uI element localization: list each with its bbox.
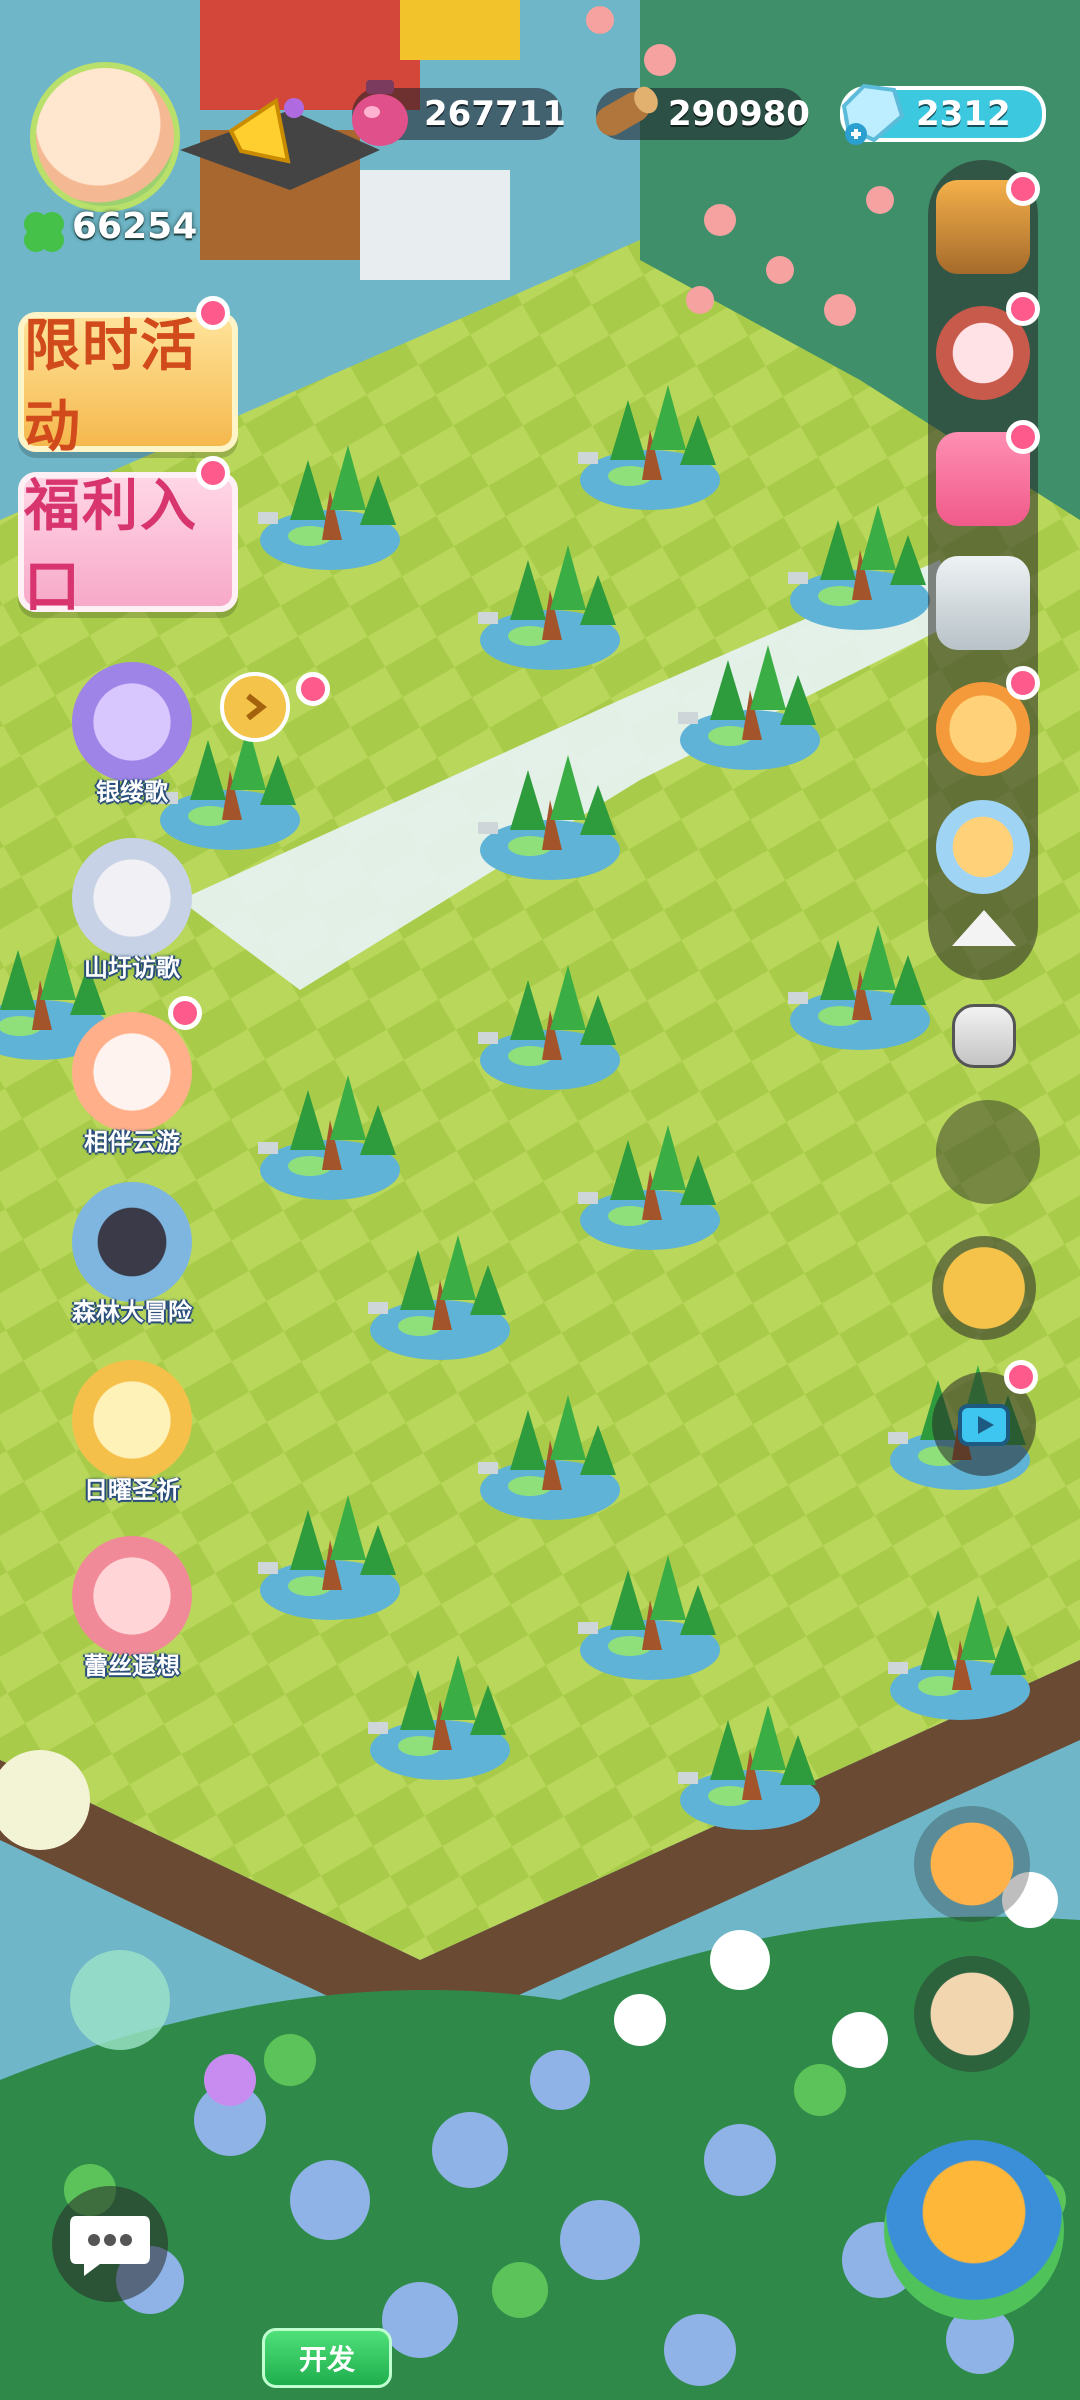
up-arrow-icon[interactable] (944, 900, 1024, 960)
clover-count: 66254 (72, 206, 198, 247)
event-label: 日曜圣祈 (84, 1476, 180, 1504)
event-item[interactable]: 蕾丝遐想 (66, 1536, 198, 1704)
event-icon (72, 1536, 192, 1656)
notification-badge (1004, 1360, 1038, 1394)
event-item[interactable]: 森林大冒险 (66, 1182, 198, 1350)
event-icon (72, 838, 192, 958)
event-label: 蕾丝遐想 (84, 1652, 180, 1680)
event-item[interactable]: 相伴云游 (66, 1012, 198, 1180)
birds-button[interactable] (914, 1806, 1030, 1922)
gem-counter[interactable]: 2312 (840, 83, 1046, 145)
notification-badge (296, 672, 330, 706)
notification-badge (1006, 666, 1040, 700)
event-icon (72, 662, 192, 782)
remote-button[interactable] (936, 556, 1030, 650)
event-label: 相伴云游 (84, 1128, 180, 1156)
notification-badge (168, 996, 202, 1030)
develop-label: 开发 (298, 2343, 355, 2376)
event-item[interactable]: 山圩访歌 (66, 838, 198, 1006)
event-label: 山圩访歌 (84, 954, 180, 982)
event-icon (72, 1012, 192, 1132)
event-item[interactable]: 日曜圣祈 (66, 1360, 198, 1528)
player-avatar[interactable] (30, 62, 180, 212)
notification-badge (1006, 292, 1040, 326)
potion-counter[interactable]: 267711 (352, 80, 566, 146)
character-button[interactable] (914, 1956, 1030, 2072)
megaphone-icon[interactable] (216, 86, 316, 186)
potion-value: 267711 (424, 94, 566, 134)
quest-button[interactable] (936, 800, 1030, 894)
wood-counter[interactable]: 290980 (596, 86, 810, 140)
event-icon (72, 1360, 192, 1480)
limited-event-button[interactable]: 限时活动 (18, 312, 238, 460)
log-icon (596, 86, 658, 136)
treasure-button[interactable] (932, 1236, 1036, 1340)
notification-badge (1006, 172, 1040, 206)
develop-button[interactable]: 开发 (262, 2328, 392, 2388)
notification-badge (196, 456, 230, 490)
potion-icon (352, 80, 408, 146)
clover-icon (24, 212, 64, 252)
notification-badge (196, 296, 230, 330)
notification-badge (1006, 420, 1040, 454)
event-item[interactable]: 银缕歌 (66, 662, 198, 830)
event-icon (72, 1182, 192, 1302)
gem-value: 2312 (916, 94, 1011, 134)
chat-bubble-icon (70, 2216, 150, 2276)
camera-icon[interactable] (952, 1004, 1016, 1068)
tv-icon (958, 1404, 1010, 1446)
wood-value: 290980 (668, 94, 810, 134)
world-button[interactable] (884, 2140, 1064, 2320)
phone-button[interactable] (936, 1100, 1040, 1204)
welfare-button[interactable]: 福利入口 (18, 472, 238, 620)
crystal-icon (841, 83, 905, 145)
event-label: 森林大冒险 (72, 1298, 192, 1326)
chevron-right-icon (246, 693, 267, 721)
event-label: 银缕歌 (96, 778, 168, 806)
